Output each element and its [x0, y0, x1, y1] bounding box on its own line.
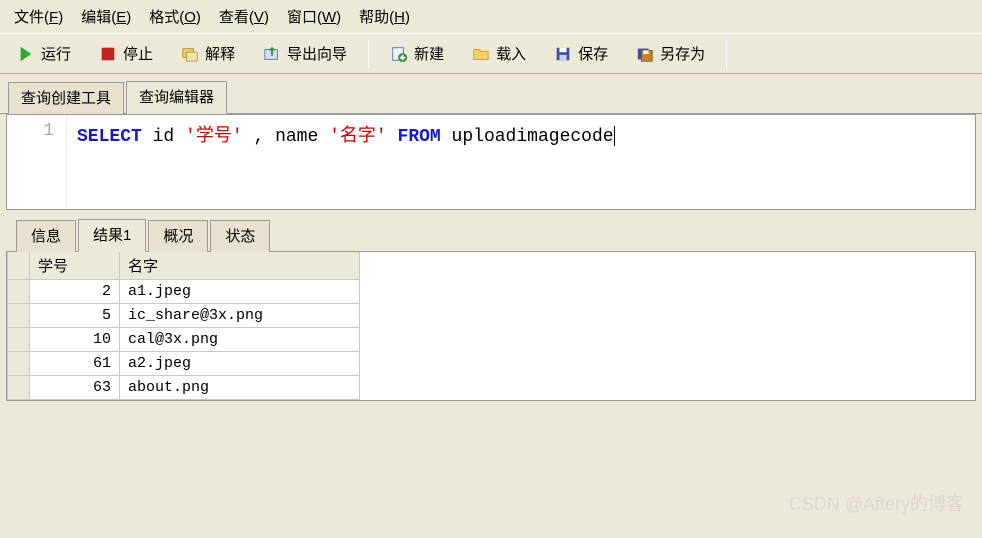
stop-label: 停止 [123, 43, 153, 64]
toolbar-separator [368, 40, 369, 68]
explain-label: 解释 [205, 43, 235, 64]
menu-window[interactable]: 窗口(W) [287, 6, 341, 27]
menu-view[interactable]: 查看(V) [219, 6, 269, 27]
explain-icon [181, 45, 199, 63]
explain-button[interactable]: 解释 [172, 39, 244, 68]
tab-info[interactable]: 信息 [16, 220, 76, 252]
toolbar: 运行 停止 解释 导出向导 新建 载入 保存 另存为 [0, 33, 982, 74]
row-header[interactable] [8, 352, 30, 376]
save-label: 保存 [578, 43, 608, 64]
cell-id[interactable]: 61 [30, 352, 120, 376]
row-header[interactable] [8, 328, 30, 352]
stop-icon [99, 45, 117, 63]
table-row[interactable]: 61a2.jpeg [8, 352, 360, 376]
folder-open-icon [472, 45, 490, 63]
table-row[interactable]: 2a1.jpeg [8, 280, 360, 304]
menu-bar: 文件(F) 编辑(E) 格式(O) 查看(V) 窗口(W) 帮助(H) [0, 0, 982, 33]
row-header[interactable] [8, 376, 30, 400]
menu-file[interactable]: 文件(F) [14, 6, 63, 27]
menu-format[interactable]: 格式(O) [149, 6, 201, 27]
tab-result1[interactable]: 结果1 [78, 219, 146, 252]
cell-id[interactable]: 5 [30, 304, 120, 328]
save-button[interactable]: 保存 [545, 39, 617, 68]
text-caret [614, 126, 615, 146]
tab-query-editor[interactable]: 查询编辑器 [126, 81, 227, 114]
save-as-label: 另存为 [660, 43, 705, 64]
run-label: 运行 [41, 43, 71, 64]
new-label: 新建 [414, 43, 444, 64]
save-as-icon [636, 45, 654, 63]
new-button[interactable]: 新建 [381, 39, 453, 68]
menu-edit[interactable]: 编辑(E) [81, 6, 131, 27]
row-selector-header[interactable] [8, 252, 30, 280]
editor-tab-row: 查询创建工具 查询编辑器 [0, 74, 982, 114]
stop-button[interactable]: 停止 [90, 39, 162, 68]
col-header-name[interactable]: 名字 [120, 252, 360, 280]
save-icon [554, 45, 572, 63]
col-header-id[interactable]: 学号 [30, 252, 120, 280]
load-button[interactable]: 载入 [463, 39, 535, 68]
sql-code[interactable]: SELECT id '学号' , name '名字' FROM uploadim… [67, 115, 625, 209]
table-row[interactable]: 63about.png [8, 376, 360, 400]
cell-name[interactable]: cal@3x.png [120, 328, 360, 352]
tab-query-builder[interactable]: 查询创建工具 [8, 82, 124, 114]
results-tab-row: 信息 结果1 概况 状态 [6, 218, 976, 252]
export-label: 导出向导 [287, 43, 347, 64]
tab-status[interactable]: 状态 [210, 220, 270, 252]
tab-profile[interactable]: 概况 [148, 220, 208, 252]
play-icon [17, 45, 35, 63]
table-row[interactable]: 10cal@3x.png [8, 328, 360, 352]
result-grid[interactable]: 学号 名字 2a1.jpeg 5ic_share@3x.png 10cal@3x… [6, 252, 976, 401]
watermark: CSDN @Aftery的博客 [789, 490, 964, 516]
cell-id[interactable]: 63 [30, 376, 120, 400]
cell-name[interactable]: a1.jpeg [120, 280, 360, 304]
export-icon [263, 45, 281, 63]
new-icon [390, 45, 408, 63]
line-gutter: 1 [7, 115, 67, 209]
cell-name[interactable]: about.png [120, 376, 360, 400]
cell-id[interactable]: 10 [30, 328, 120, 352]
row-header[interactable] [8, 280, 30, 304]
cell-name[interactable]: a2.jpeg [120, 352, 360, 376]
row-header[interactable] [8, 304, 30, 328]
sql-editor[interactable]: 1 SELECT id '学号' , name '名字' FROM upload… [6, 114, 976, 210]
cell-name[interactable]: ic_share@3x.png [120, 304, 360, 328]
cell-id[interactable]: 2 [30, 280, 120, 304]
export-wizard-button[interactable]: 导出向导 [254, 39, 356, 68]
run-button[interactable]: 运行 [8, 39, 80, 68]
table-row[interactable]: 5ic_share@3x.png [8, 304, 360, 328]
menu-help[interactable]: 帮助(H) [359, 6, 410, 27]
save-as-button[interactable]: 另存为 [627, 39, 714, 68]
load-label: 载入 [496, 43, 526, 64]
toolbar-separator [726, 40, 727, 68]
